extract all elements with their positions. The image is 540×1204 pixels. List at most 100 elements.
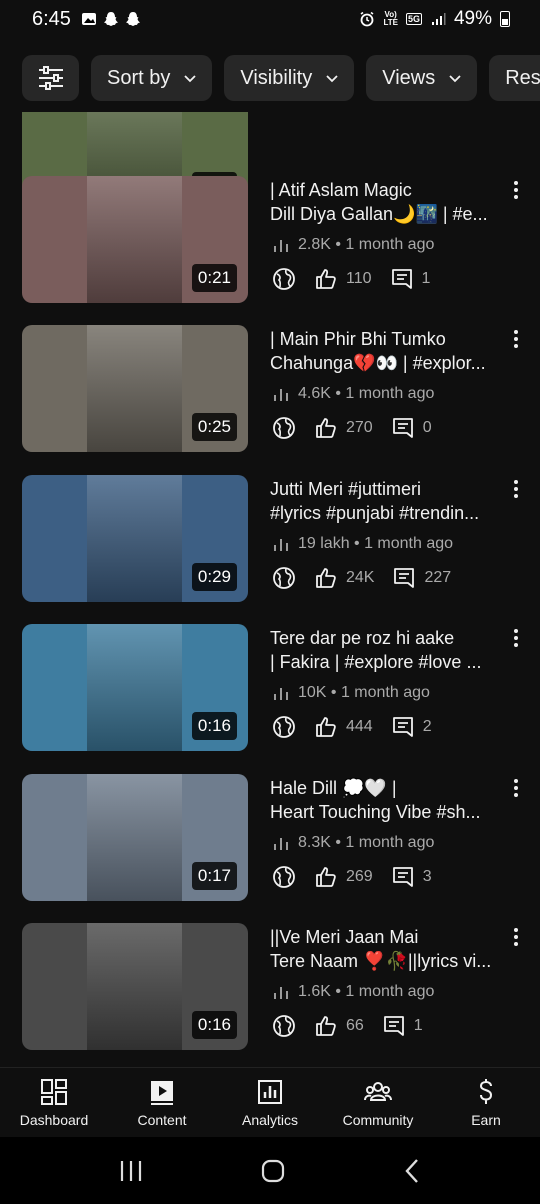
video-row[interactable]: 0:29 Jutti Meri #juttimeri #lyrics #punjab… <box>0 475 540 605</box>
like-icon <box>316 418 336 438</box>
like-icon <box>316 717 336 737</box>
snapchat-icon <box>103 12 118 26</box>
recent-apps-icon[interactable] <box>118 1159 144 1183</box>
home-icon[interactable] <box>261 1159 285 1183</box>
comments-count: 3 <box>422 868 432 885</box>
visibility-chip[interactable]: Visibility <box>224 55 355 101</box>
video-stats: 444 2 <box>272 715 432 739</box>
video-thumbnail[interactable]: 0:17 <box>22 774 248 901</box>
video-title-line: Chahunga💔👀 | #explor... <box>270 353 486 373</box>
chip-label: Sort by <box>107 66 171 89</box>
more-vert-icon[interactable] <box>510 628 522 648</box>
video-row[interactable]: 0:21 | Atif Aslam Magic Dill Diya Gallan🌙🌃… <box>0 176 540 306</box>
nav-dashboard[interactable]: Dashboard <box>0 1068 108 1137</box>
like-icon <box>316 269 336 289</box>
more-vert-icon[interactable] <box>510 329 522 349</box>
signal-icon <box>431 13 446 25</box>
likes-count: 110 <box>346 270 372 287</box>
video-stats: 24K 227 <box>272 566 451 590</box>
nav-label: Earn <box>471 1112 501 1128</box>
video-title-line: ||Ve Meri Jaan Mai <box>270 927 419 947</box>
video-thumbnail[interactable]: 0:25 <box>22 325 248 452</box>
video-row[interactable]: 0:17 Hale Dill 💭🤍 | Heart Touching Vibe #s… <box>0 774 540 904</box>
earn-icon <box>479 1079 493 1104</box>
views-text: 2.8K • 1 month ago <box>298 236 435 253</box>
video-title[interactable]: Hale Dill 💭🤍 | Heart Touching Vibe #sh... <box>270 776 505 824</box>
globe-icon <box>273 866 295 888</box>
video-thumbnail[interactable]: 0:29 <box>22 475 248 602</box>
video-title[interactable]: ||Ve Meri Jaan Mai Tere Naam ❣️🥀||lyrics … <box>270 925 505 973</box>
comment-icon <box>391 269 412 289</box>
video-stats: 110 1 <box>272 267 430 291</box>
like-icon <box>316 1016 336 1036</box>
video-thumbnail[interactable]: 0:16 <box>22 923 248 1050</box>
video-views: 1.6K • 1 month ago <box>272 983 434 1001</box>
video-title-line: #lyrics #punjabi #trendin... <box>270 503 480 523</box>
video-title-line: Tere dar pe roz hi aake <box>270 628 455 648</box>
duration-badge: 0:16 <box>191 712 237 740</box>
analytics-icon <box>258 1080 282 1104</box>
nav-earn[interactable]: Earn <box>432 1068 540 1137</box>
comment-icon <box>383 1016 404 1036</box>
snapchat-icon <box>125 12 140 26</box>
views-chip[interactable]: Views <box>366 55 478 101</box>
likes-count: 269 <box>346 868 373 885</box>
chip-label: Visibility <box>240 66 313 89</box>
video-stats: 269 3 <box>272 865 432 889</box>
nav-label: Community <box>342 1112 414 1128</box>
views-text: 8.3K • 1 month ago <box>298 834 435 851</box>
dashboard-icon <box>41 1079 67 1105</box>
duration-badge: 0:25 <box>191 413 237 441</box>
comments-count: 227 <box>424 569 452 586</box>
nav-content[interactable]: Content <box>108 1068 216 1137</box>
comment-icon <box>392 867 413 887</box>
video-title[interactable]: | Atif Aslam Magic Dill Diya Gallan🌙🌃 | #… <box>270 178 505 226</box>
video-title-line: | Fakira | #explore #love ... <box>270 652 482 672</box>
duration-badge: 0:29 <box>191 563 237 591</box>
nav-label: Dashboard <box>19 1112 89 1128</box>
video-list[interactable]: 0:17 4194 0:21 | Atif Aslam Magic Dill Diya … <box>0 112 540 1067</box>
tune-icon <box>38 66 63 90</box>
chevron-down-icon <box>184 75 196 83</box>
back-icon[interactable] <box>402 1158 422 1184</box>
like-icon <box>316 867 336 887</box>
views-text: 4.6K • 1 month ago <box>298 385 435 402</box>
filter-settings-button[interactable] <box>22 55 79 101</box>
more-vert-icon[interactable] <box>510 180 522 200</box>
video-row[interactable]: 0:16 ||Ve Meri Jaan Mai Tere Naam ❣️🥀||lyr… <box>0 923 540 1053</box>
thumbnail-image <box>87 923 182 1050</box>
more-vert-icon[interactable] <box>510 927 522 947</box>
status-time: 6:45 <box>32 7 71 30</box>
video-title-line: Heart Touching Vibe #sh... <box>270 802 481 822</box>
more-vert-icon[interactable] <box>510 778 522 798</box>
nav-community[interactable]: Community <box>324 1068 432 1137</box>
video-thumbnail[interactable]: 0:16 <box>22 624 248 751</box>
video-row[interactable]: 0:25 | Main Phir Bhi Tumko Chahunga💔👀 | #e… <box>0 325 540 455</box>
more-vert-icon[interactable] <box>510 479 522 499</box>
thumbnail-image <box>87 475 182 602</box>
alarm-icon <box>360 11 374 27</box>
video-row[interactable]: 0:16 Tere dar pe roz hi aake | Fakira | #e… <box>0 624 540 754</box>
views-text: 10K • 1 month ago <box>298 684 430 701</box>
views-bar-icon <box>274 539 288 551</box>
video-title[interactable]: Jutti Meri #juttimeri #lyrics #punjabi #t… <box>270 477 505 525</box>
globe-icon <box>273 716 295 738</box>
nav-analytics[interactable]: Analytics <box>216 1068 324 1137</box>
bottom-nav: Dashboard Content Analytics Community Ea… <box>0 1067 540 1137</box>
video-views: 19 lakh • 1 month ago <box>272 535 453 553</box>
video-title-line: Hale Dill 💭🤍 | <box>270 778 397 798</box>
video-title[interactable]: | Main Phir Bhi Tumko Chahunga💔👀 | #explo… <box>270 327 505 375</box>
video-views: 2.8K • 1 month ago <box>272 236 434 254</box>
views-bar-icon <box>274 240 288 252</box>
video-title-line: Dill Diya Gallan🌙🌃 | #e... <box>270 204 488 224</box>
comments-count: 2 <box>422 718 432 735</box>
video-views: 4.6K • 1 month ago <box>272 385 434 403</box>
video-thumbnail[interactable]: 0:21 <box>22 176 248 303</box>
video-views: 10K • 1 month ago <box>272 684 430 702</box>
video-views: 8.3K • 1 month ago <box>272 834 434 852</box>
video-title-line: Jutti Meri #juttimeri <box>270 479 422 499</box>
views-bar-icon <box>274 688 288 700</box>
restrictions-chip[interactable]: Rest <box>489 55 540 101</box>
video-title[interactable]: Tere dar pe roz hi aake | Fakira | #explo… <box>270 626 505 674</box>
sort-by-chip[interactable]: Sort by <box>91 55 213 101</box>
